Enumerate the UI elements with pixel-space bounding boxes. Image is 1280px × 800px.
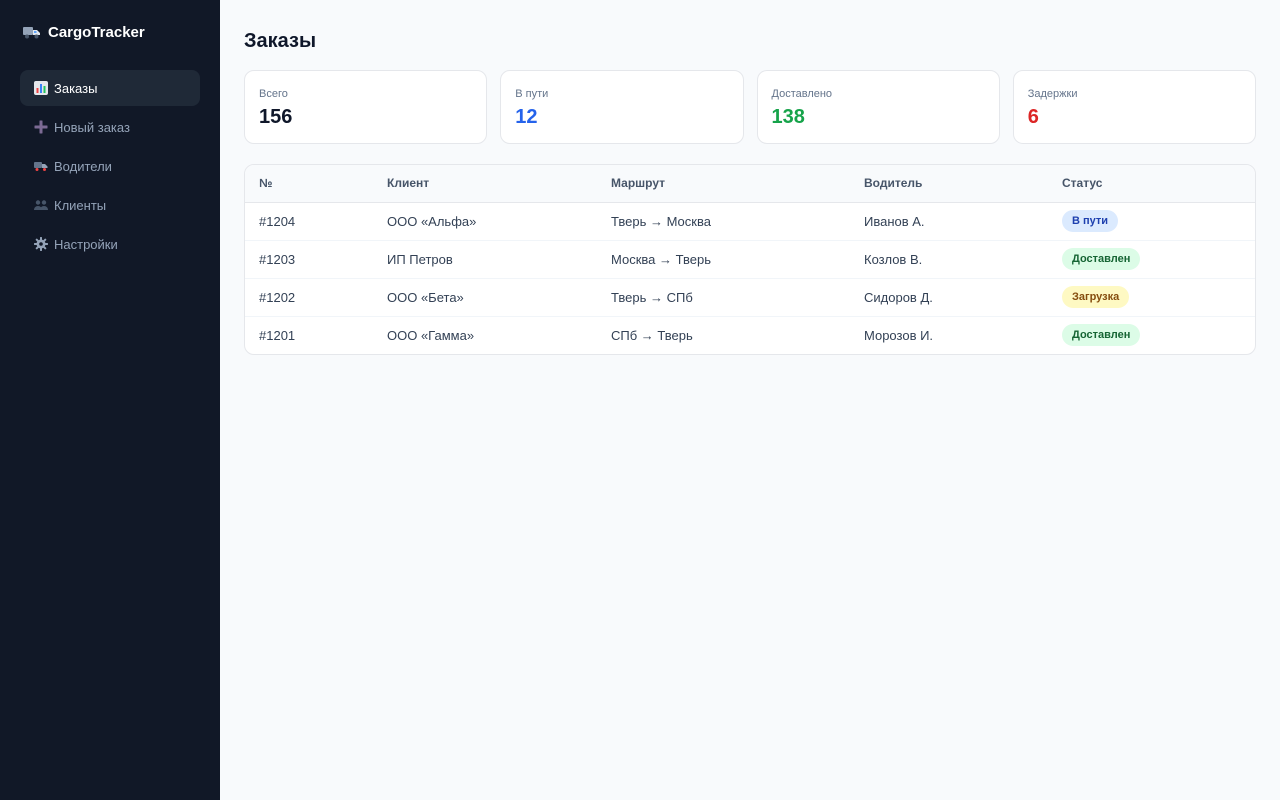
stat-card-total: Всего 156 (244, 70, 488, 144)
order-route: Москва → Тверь (597, 240, 850, 279)
table-row[interactable]: #1202 ООО «Бета» Тверь → СПб Сидоров Д. … (245, 278, 1255, 317)
sidebar-item-new-order[interactable]: Новый заказ (20, 109, 200, 145)
table-row[interactable]: #1201 ООО «Гамма» СПб → Тверь Морозов И.… (245, 316, 1255, 354)
table-row[interactable]: #1203 ИП Петров Москва → Тверь Козлов В.… (245, 240, 1255, 279)
sidebar-item-label: Настройки (54, 236, 118, 252)
column-header-client[interactable]: Клиент (373, 165, 597, 203)
sidebar: CargoTracker Заказы Новый заказ Водители… (0, 0, 220, 800)
truck-icon (34, 159, 48, 173)
order-driver: Иванов А. (850, 202, 1048, 241)
order-id: #1201 (259, 327, 296, 343)
order-client: ООО «Бета» (373, 278, 597, 317)
people-icon (34, 198, 48, 212)
order-status-cell: Загрузка (1048, 278, 1255, 317)
order-route: Тверь → СПб (597, 278, 850, 317)
stat-card-delays: Задержки 6 (1012, 70, 1256, 144)
plus-icon (34, 120, 48, 134)
order-id: #1202 (245, 278, 373, 317)
order-status-cell: В пути (1048, 202, 1255, 241)
order-client: ООО «Альфа» (373, 202, 597, 241)
order-driver: Морозов И. (864, 327, 934, 343)
sidebar-item-label: Клиенты (54, 197, 107, 213)
column-header-driver[interactable]: Водитель (850, 165, 1048, 203)
stat-label: Доставлено (771, 88, 833, 100)
stat-card-in-transit: В пути 12 (500, 70, 744, 144)
order-driver: Козлов В. (850, 240, 1048, 279)
status-badge: Доставлен (1062, 248, 1141, 270)
sidebar-nav: Заказы Новый заказ Водители Клиенты Наст… (20, 70, 200, 262)
sidebar-item-orders[interactable]: Заказы (20, 70, 200, 106)
order-status-cell: Доставлен (1048, 240, 1255, 279)
status-badge: Загрузка (1062, 286, 1130, 308)
stat-label: Задержки (1027, 88, 1078, 100)
status-badge: Доставлен (1062, 324, 1141, 347)
table-header: № Клиент Маршрут Водитель Статус (245, 165, 1255, 203)
stat-value: 138 (771, 106, 805, 128)
orders-table: № Клиент Маршрут Водитель Статус #1204 О… (244, 164, 1256, 355)
order-route: Тверь → Москва (597, 202, 850, 241)
column-header-number[interactable]: № (245, 165, 373, 203)
order-id: #1203 (245, 240, 373, 279)
page-title: Заказы (244, 30, 317, 52)
stat-value: 12 (515, 106, 538, 128)
bar-chart-icon (34, 81, 48, 95)
sidebar-item-settings[interactable]: Настройки (20, 226, 200, 262)
stat-value: 6 (1027, 106, 1039, 128)
order-client: ИП Петров (373, 240, 597, 279)
app-logo[interactable]: CargoTracker (23, 22, 200, 42)
sidebar-item-label: Новый заказ (54, 119, 130, 135)
sidebar-item-clients[interactable]: Клиенты (20, 187, 200, 223)
app-name: CargoTracker (48, 23, 145, 41)
gear-icon (34, 237, 48, 251)
order-route: СПб → Тверь (611, 327, 693, 343)
sidebar-item-drivers[interactable]: Водители (20, 148, 200, 184)
stat-card-delivered: Доставлено 138 (756, 70, 1000, 144)
status-badge: В пути (1062, 210, 1119, 232)
column-header-status[interactable]: Статус (1048, 165, 1255, 203)
order-id: #1204 (245, 202, 373, 241)
stat-value: 156 (259, 106, 293, 128)
order-driver: Сидоров Д. (850, 278, 1048, 317)
stat-label: В пути (515, 88, 549, 100)
main-content: Заказы Всего 156 В пути 12 Доставлено 13… (220, 0, 1280, 800)
sidebar-item-label: Заказы (54, 80, 98, 96)
sidebar-item-label: Водители (54, 158, 112, 174)
order-status-cell: Доставлен (1048, 316, 1255, 354)
order-client: ООО «Гамма» (387, 327, 475, 343)
column-header-route[interactable]: Маршрут (597, 165, 850, 203)
truck-icon (23, 25, 41, 39)
stats-row: Всего 156 В пути 12 Доставлено 138 Задер… (244, 70, 1256, 144)
table-row[interactable]: #1204 ООО «Альфа» Тверь → Москва Иванов … (245, 202, 1255, 241)
stat-label: Всего (259, 88, 288, 100)
